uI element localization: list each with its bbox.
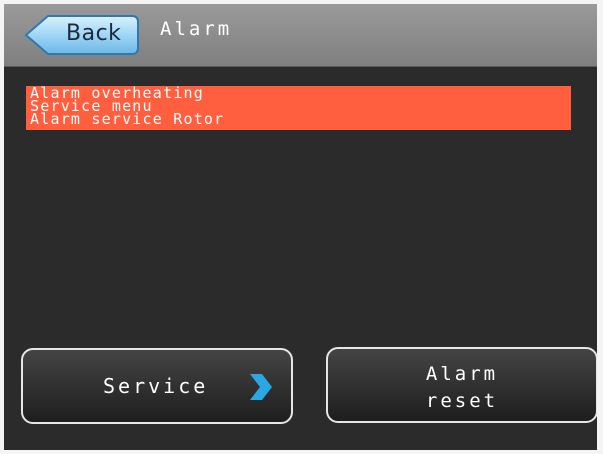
back-button[interactable]: Back (24, 14, 140, 56)
alarm-item: Alarm service Rotor (30, 110, 225, 128)
alarm-list: Alarm overheating Service menu Alarm ser… (26, 86, 571, 130)
alarm-reset-button[interactable]: Alarm reset (326, 347, 597, 423)
back-label: Back (66, 21, 122, 46)
chevron-right-icon (250, 374, 272, 400)
service-button-label: Service (103, 374, 209, 398)
page-title: Alarm (160, 18, 233, 40)
alarm-screen: Back Alarm Alarm overheating Service men… (4, 4, 597, 450)
alarm-reset-label: Alarm reset (328, 361, 596, 415)
header-bar: Back Alarm (4, 4, 597, 67)
alarm-reset-label-line1: Alarm (425, 363, 499, 385)
alarm-reset-label-line2: reset (425, 390, 499, 412)
service-button[interactable]: Service (21, 348, 293, 424)
